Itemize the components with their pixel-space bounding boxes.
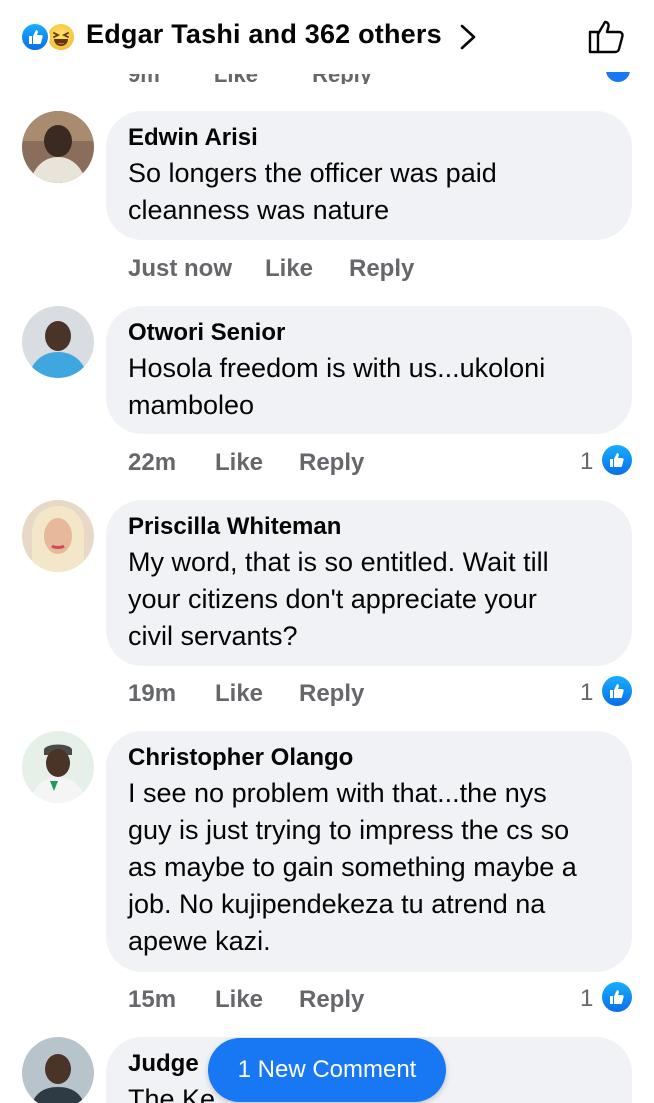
thumbs-up-outline-icon[interactable] [586,16,628,56]
reaction-count[interactable]: 1 [580,448,593,476]
commenter-name[interactable]: Otwori Senior [128,318,610,348]
comment-bubble[interactable]: Christopher Olango I see no problem with… [106,731,632,972]
comment-bubble[interactable]: Otwori Senior Hosola freedom is with us.… [106,306,632,434]
comment-time: 15m [128,986,177,1013]
comment-time: 19m [128,680,177,707]
commenter-name[interactable]: Edwin Arisi [128,123,610,153]
commenter-name[interactable]: Priscilla Whiteman [128,512,610,542]
reaction-count[interactable]: 1 [580,679,593,707]
avatar[interactable] [22,111,94,183]
comment-text: My word, that is so entitled. Wait till … [128,547,549,651]
reply-link[interactable]: Reply [349,255,414,283]
reply-link[interactable]: Reply [299,986,364,1014]
like-link[interactable]: Like [265,255,313,283]
like-link[interactable]: Like [215,449,263,477]
chevron-right-icon[interactable] [456,22,480,52]
commenter-name[interactable]: Christopher Olango [128,743,610,773]
avatar[interactable] [22,1037,94,1103]
reactions-header[interactable]: Edgar Tashi and 362 others [0,0,654,72]
comment-time: 22m [128,449,177,476]
like-reaction-badge[interactable] [602,676,632,706]
comment-meta: 22m Like Reply [128,449,364,477]
comment-meta: Just now Like Reply [128,255,414,283]
avatar[interactable] [22,306,94,378]
comment-bubble[interactable]: Priscilla Whiteman My word, that is so e… [106,500,632,666]
like-reaction-badge[interactable] [602,982,632,1012]
comment-bubble[interactable]: Edwin Arisi So longers the officer was p… [106,111,632,240]
avatar[interactable] [22,731,94,803]
avatar[interactable] [22,500,94,572]
reactions-summary[interactable]: Edgar Tashi and 362 others [86,19,442,50]
haha-reaction-icon [46,22,76,52]
comment-text: I see no problem with that...the nys guy… [128,778,577,956]
like-link[interactable]: Like [215,986,263,1014]
like-reaction-badge[interactable] [602,445,632,475]
reply-link[interactable]: Reply [299,680,364,708]
reaction-icons [20,22,82,52]
reply-link[interactable]: Reply [299,449,364,477]
reaction-count[interactable]: 1 [580,985,593,1013]
comment-text: Hosola freedom is with us...ukoloni mamb… [128,353,546,420]
like-reaction-icon [20,22,50,52]
new-comment-button[interactable]: 1 New Comment [208,1038,446,1102]
like-link[interactable]: Like [215,680,263,708]
comment-time: Just now [128,255,233,282]
comment-meta: 19m Like Reply [128,680,364,708]
comment-meta: 15m Like Reply [128,986,364,1014]
comment-text: So longers the officer was paid cleannes… [128,158,497,225]
